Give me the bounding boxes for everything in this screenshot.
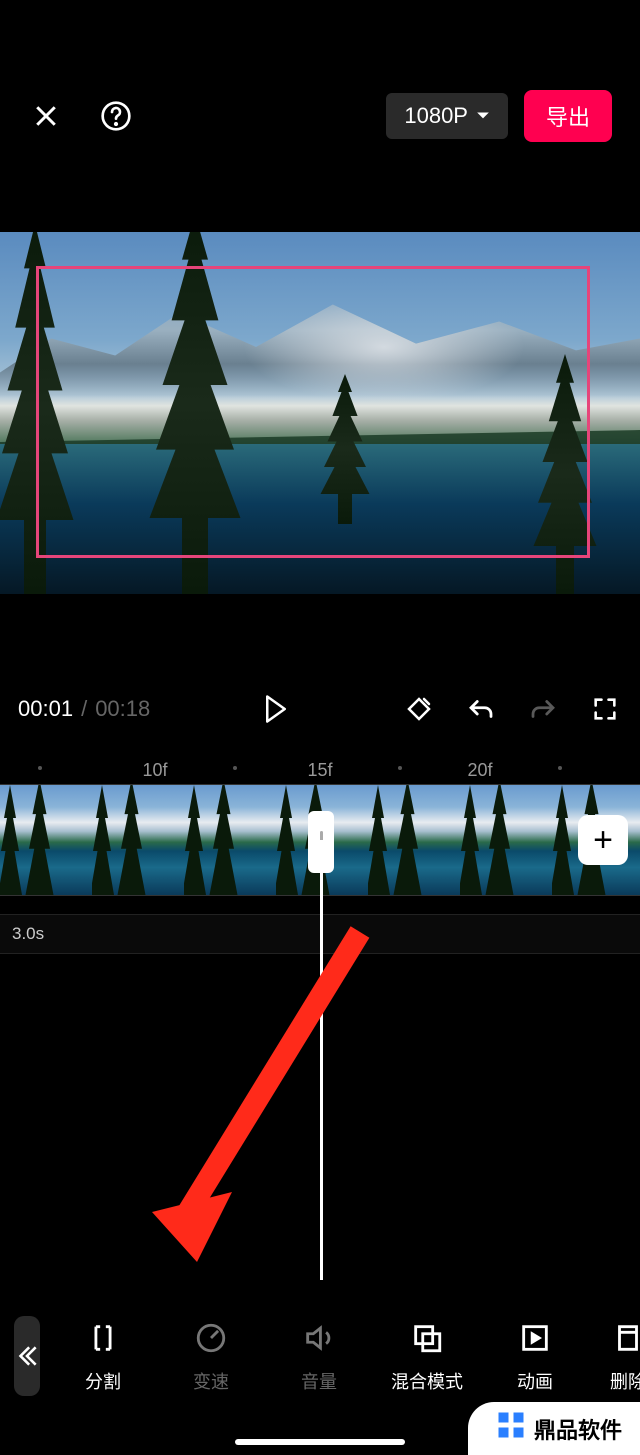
header-bar: 1080P 导出 (0, 70, 640, 162)
fullscreen-button[interactable] (588, 692, 622, 726)
delete-icon (611, 1321, 640, 1355)
annotation-arrow (142, 922, 382, 1262)
chevron-left-icon (14, 1343, 40, 1369)
tool-animation[interactable]: 动画 (490, 1318, 580, 1394)
tool-label: 音量 (301, 1368, 337, 1394)
timecode: 00:01 / 00:18 (18, 696, 150, 722)
track-duration: 3.0s (12, 924, 44, 944)
export-button[interactable]: 导出 (524, 90, 612, 142)
redo-button[interactable] (526, 692, 560, 726)
tool-label: 动画 (517, 1368, 553, 1394)
add-clip-button[interactable]: + (578, 815, 628, 865)
ruler-tick: 10f (142, 760, 167, 781)
current-time: 00:01 (18, 696, 73, 722)
tool-blend[interactable]: 混合模式 (382, 1318, 472, 1394)
tool-split[interactable]: 分割 (58, 1318, 148, 1394)
keyframe-button[interactable] (402, 692, 436, 726)
dropdown-icon (476, 111, 490, 121)
tool-delete[interactable]: 删除 (598, 1318, 640, 1394)
tool-speed[interactable]: 变速 (166, 1318, 256, 1394)
volume-icon (302, 1321, 336, 1355)
keyframe-icon (404, 694, 434, 724)
tool-label: 变速 (193, 1368, 229, 1394)
tool-label: 混合模式 (391, 1368, 463, 1394)
tool-label: 删除 (610, 1368, 640, 1394)
duration: 00:18 (95, 696, 150, 722)
fullscreen-icon (591, 695, 619, 723)
header-left (28, 98, 134, 134)
home-indicator (235, 1439, 405, 1445)
watermark-text: 鼎品软件 (534, 1413, 622, 1445)
speed-icon (194, 1321, 228, 1355)
play-icon (263, 694, 289, 724)
header-right: 1080P 导出 (386, 90, 612, 142)
watermark-badge: 鼎品软件 (468, 1402, 640, 1455)
toolbar-back-button[interactable] (14, 1316, 40, 1396)
close-icon (31, 101, 61, 131)
tool-volume[interactable]: 音量 (274, 1318, 364, 1394)
play-button[interactable] (259, 692, 293, 726)
watermark-logo-icon (496, 1410, 526, 1447)
video-preview[interactable] (0, 232, 640, 594)
ruler-tick: 15f (307, 760, 332, 781)
split-icon (86, 1321, 120, 1355)
bottom-toolbar: 分割 变速 音量 混合模式 动画 删除 (0, 1307, 640, 1405)
undo-icon (466, 694, 496, 724)
time-separator: / (81, 696, 87, 722)
timeline-ruler[interactable]: 10f 15f 20f (0, 754, 640, 784)
animation-icon (518, 1321, 552, 1355)
undo-button[interactable] (464, 692, 498, 726)
help-button[interactable] (98, 98, 134, 134)
resolution-label: 1080P (404, 103, 468, 129)
export-label: 导出 (546, 105, 590, 130)
playhead[interactable] (320, 840, 323, 1280)
redo-icon (528, 694, 558, 724)
playback-bar: 00:01 / 00:18 (0, 664, 640, 754)
plus-icon: + (593, 821, 613, 860)
resolution-button[interactable]: 1080P (386, 93, 508, 139)
tool-label: 分割 (85, 1368, 121, 1394)
blend-icon (410, 1321, 444, 1355)
help-icon (100, 100, 132, 132)
ruler-tick: 20f (467, 760, 492, 781)
close-button[interactable] (28, 98, 64, 134)
